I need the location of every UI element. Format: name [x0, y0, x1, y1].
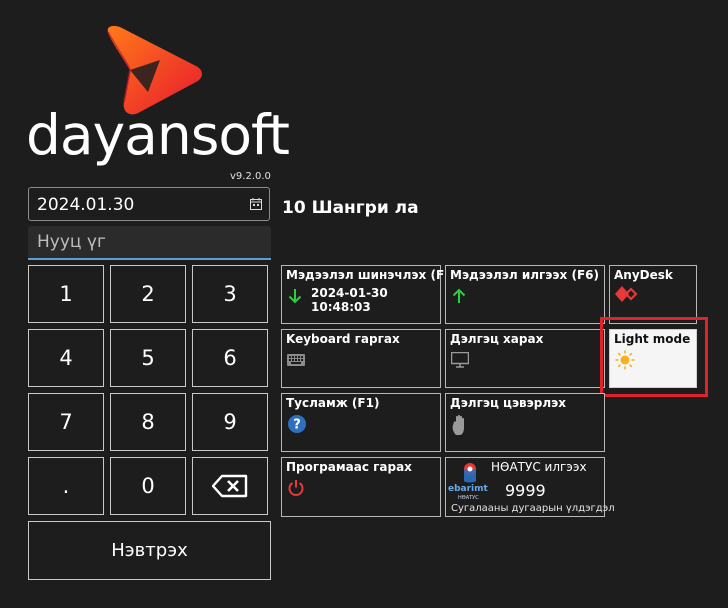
ebarimt-caption: Сугалааны дугаарын үлдэгдэл	[451, 503, 615, 514]
ebarimt-send-tile[interactable]: ebarimt НӨАТУС НӨАТУС илгээх 9999 Сугала…	[445, 457, 615, 517]
show-keyboard-tile[interactable]: Keyboard гаргах	[281, 329, 441, 388]
highlight-box	[600, 317, 708, 397]
exit-app-tile[interactable]: Програмаас гарах	[281, 457, 441, 517]
calendar-icon[interactable]	[250, 198, 262, 210]
keypad-key-8[interactable]: 8	[110, 393, 186, 451]
anydesk-icon	[615, 286, 638, 302]
password-input[interactable]	[28, 226, 271, 260]
ebarimt-send-label: НӨАТУС илгээх	[491, 460, 587, 474]
hand-icon	[452, 414, 464, 435]
power-icon	[288, 480, 304, 496]
view-screen-tile[interactable]: Дэлгэц харах	[445, 329, 605, 388]
anydesk-label: AnyDesk	[614, 268, 673, 282]
backspace-icon	[212, 474, 248, 498]
store-name: 10 Шангри ла	[282, 198, 419, 218]
ebarimt-logo-subtext: НӨАТУС	[458, 495, 479, 501]
keypad-key-6[interactable]: 6	[192, 329, 268, 387]
keypad-key-0[interactable]: 0	[110, 457, 186, 515]
date-value: 2024.01.30	[37, 195, 135, 215]
help-tile[interactable]: Тусламж (F1) ?	[281, 393, 441, 452]
keypad-key-3[interactable]: 3	[192, 265, 268, 323]
keypad-key-4[interactable]: 4	[28, 329, 104, 387]
monitor-icon	[451, 352, 469, 368]
help-icon: ?	[288, 415, 306, 433]
send-data-tile[interactable]: Мэдээлэл илгээх (F6)	[445, 265, 605, 324]
keypad-key-7[interactable]: 7	[28, 393, 104, 451]
arrow-down-icon	[288, 289, 302, 304]
arrow-up-icon	[452, 288, 466, 303]
anydesk-tile[interactable]: AnyDesk	[609, 265, 697, 324]
keypad-key-dot[interactable]: .	[28, 457, 104, 515]
keypad-key-2[interactable]: 2	[110, 265, 186, 323]
keyboard-icon	[287, 354, 305, 366]
clean-screen-label: Дэлгэц цэвэрлэх	[450, 396, 566, 410]
exit-app-label: Програмаас гарах	[286, 460, 412, 474]
sync-data-label: Мэдээлэл шинэчлэх (F5)	[286, 268, 458, 282]
send-data-label: Мэдээлэл илгээх (F6)	[450, 268, 599, 282]
backspace-button[interactable]	[192, 457, 268, 515]
ebarimt-count: 9999	[505, 481, 546, 500]
clean-screen-tile[interactable]: Дэлгэц цэвэрлэх	[445, 393, 605, 452]
login-button[interactable]: Нэвтрэх	[28, 521, 271, 580]
sync-data-tile[interactable]: Мэдээлэл шинэчлэх (F5) 2024-01-30 10:48:…	[281, 265, 458, 324]
version-label: v9.2.0.0	[230, 171, 271, 182]
keypad-key-5[interactable]: 5	[110, 329, 186, 387]
date-picker[interactable]: 2024.01.30	[28, 187, 270, 221]
help-label: Тусламж (F1)	[286, 396, 380, 410]
view-screen-label: Дэлгэц харах	[450, 332, 544, 346]
brand-name: dayansoft	[26, 103, 290, 167]
sync-timestamp: 2024-01-30 10:48:03	[311, 286, 388, 314]
keypad-key-9[interactable]: 9	[192, 393, 268, 451]
ebarimt-logo-text: ebarimt	[448, 484, 488, 494]
svg-text:?: ?	[293, 418, 301, 433]
keypad-key-1[interactable]: 1	[28, 265, 104, 323]
show-keyboard-label: Keyboard гаргах	[286, 332, 400, 346]
